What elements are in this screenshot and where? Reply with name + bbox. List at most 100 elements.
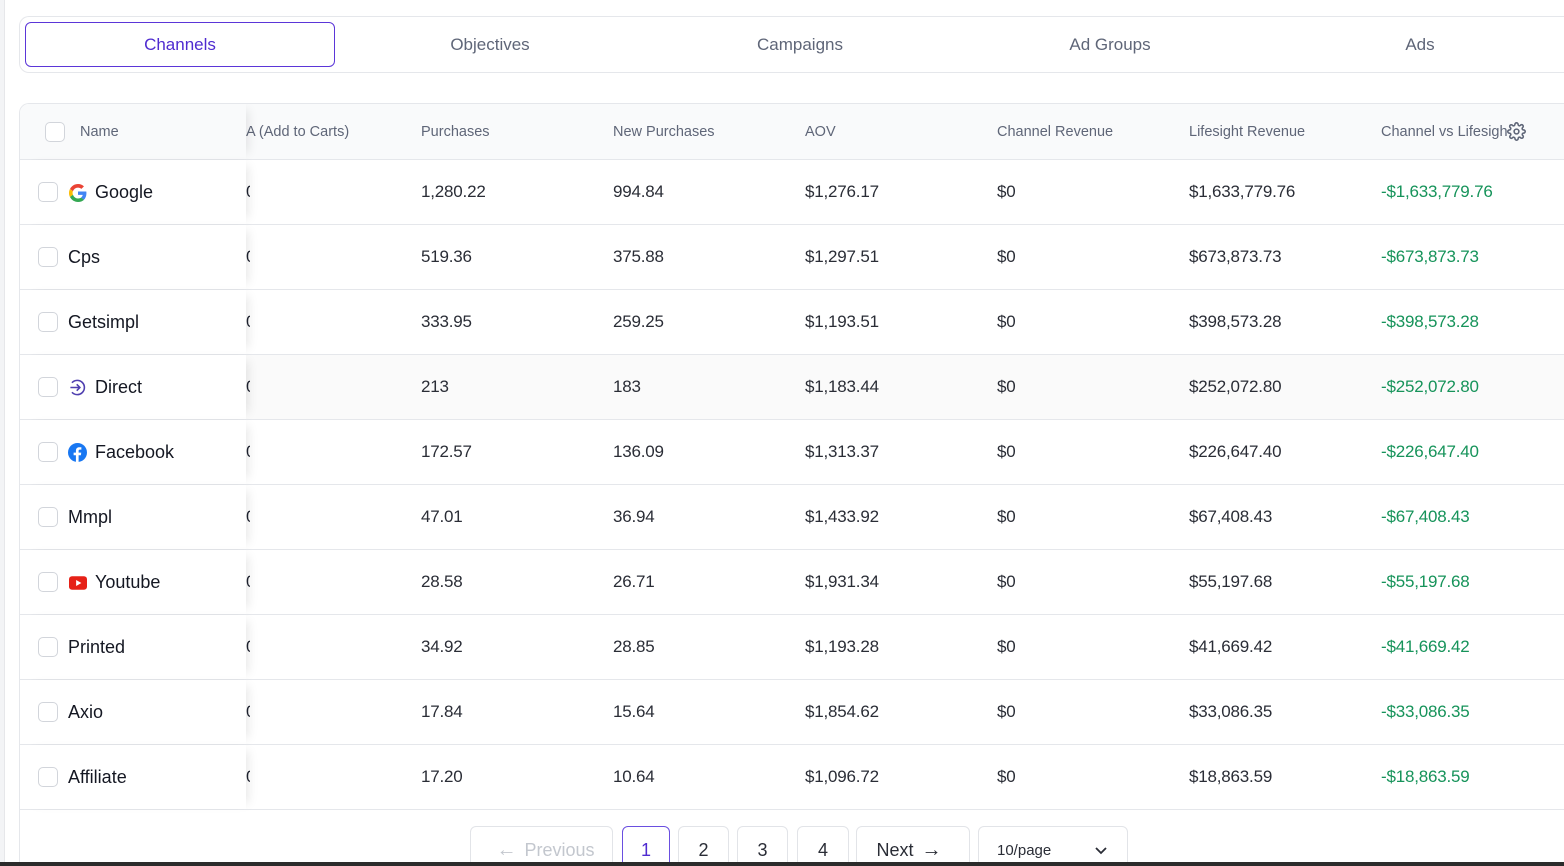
channel-vs-lifesight-cell: -$67,408.43 — [1381, 507, 1470, 526]
add-to-carts-cell: 0 — [246, 420, 250, 484]
new-purchases-cell: 136.09 — [613, 442, 664, 461]
add-to-carts-cell: 0 — [246, 615, 250, 679]
google-icon — [68, 183, 87, 202]
name-cell: Printed — [20, 615, 246, 679]
tab-channels[interactable]: Channels — [25, 22, 335, 67]
row-checkbox[interactable] — [38, 377, 58, 397]
aov-cell: $1,276.17 — [805, 182, 879, 201]
column-header-name[interactable]: Name — [80, 104, 119, 160]
name-cell: Direct — [20, 355, 246, 419]
page-size-select[interactable]: 10/page — [978, 826, 1128, 866]
purchases-cell: 17.20 — [421, 767, 463, 786]
tab-ad-groups[interactable]: Ad Groups — [955, 22, 1265, 67]
lifesight-revenue-cell: $252,072.80 — [1189, 377, 1282, 396]
channel-vs-lifesight-cell: -$18,863.59 — [1381, 767, 1470, 786]
table-row[interactable]: 0 28.58 26.71 $1,931.34 $0 $55,197.68 -$55,197… — [20, 550, 1564, 615]
column-header-channel-revenue[interactable]: Channel Revenue — [997, 104, 1113, 160]
row-checkbox[interactable] — [38, 507, 58, 527]
add-to-carts-cell: 0 — [246, 355, 250, 419]
tab-objectives[interactable]: Objectives — [335, 22, 645, 67]
table-row[interactable]: 0 17.84 15.64 $1,854.62 $0 $33,086.35 -$33,086… — [20, 680, 1564, 745]
name-cell: Affiliate — [20, 745, 246, 809]
purchases-cell: 519.36 — [421, 247, 472, 266]
table-row[interactable]: 0 47.01 36.94 $1,433.92 $0 $67,408.43 -$67,408… — [20, 485, 1564, 550]
column-header-add-to-carts[interactable]: A (Add to Carts) — [246, 104, 349, 160]
table-row[interactable]: 0 333.95 259.25 $1,193.51 $0 $398,573.28 -$398… — [20, 290, 1564, 355]
column-header-lifesight-revenue[interactable]: Lifesight Revenue — [1189, 104, 1305, 160]
table-row[interactable]: 0 172.57 136.09 $1,313.37 $0 $226,647.40 -$226… — [20, 420, 1564, 485]
column-header-aov[interactable]: AOV — [805, 104, 836, 160]
column-header-new-purchases[interactable]: New Purchases — [613, 104, 715, 160]
purchases-cell: 1,280.22 — [421, 182, 486, 201]
channel-name[interactable]: Facebook — [95, 420, 174, 484]
page-2-button[interactable]: 2 — [678, 826, 729, 866]
table-row[interactable]: 0 213 183 $1,183.44 $0 $252,072.80 -$252,072.8… — [20, 355, 1564, 420]
channel-vs-lifesight-cell: -$398,573.28 — [1381, 312, 1479, 331]
channel-name[interactable]: Mmpl — [68, 485, 112, 549]
channel-name[interactable]: Google — [95, 160, 153, 224]
add-to-carts-cell: 0 — [246, 680, 250, 744]
name-cell: Mmpl — [20, 485, 246, 549]
table-row[interactable]: 0 17.20 10.64 $1,096.72 $0 $18,863.59 -$18,863… — [20, 745, 1564, 810]
channel-name[interactable]: Getsimpl — [68, 290, 139, 354]
row-checkbox[interactable] — [38, 442, 58, 462]
new-purchases-cell: 26.71 — [613, 572, 655, 591]
channel-revenue-cell: $0 — [997, 702, 1016, 721]
channel-revenue-cell: $0 — [997, 442, 1016, 461]
pagination: ← Previous 1 2 3 4 Next → 10/page — [20, 826, 1564, 866]
column-header-channel-vs-lifesight[interactable]: Channel vs Lifesigh — [1381, 104, 1507, 160]
row-checkbox[interactable] — [38, 767, 58, 787]
page-4-button[interactable]: 4 — [797, 826, 849, 866]
lifesight-revenue-cell: $673,873.73 — [1189, 247, 1282, 266]
aov-cell: $1,193.28 — [805, 637, 879, 656]
page-3-button[interactable]: 3 — [737, 826, 788, 866]
new-purchases-cell: 10.64 — [613, 767, 655, 786]
channel-name[interactable]: Axio — [68, 680, 103, 744]
tab-campaigns[interactable]: Campaigns — [645, 22, 955, 67]
channel-revenue-cell: $0 — [997, 377, 1016, 396]
previous-page-button[interactable]: ← Previous — [470, 826, 613, 866]
purchases-cell: 213 — [421, 377, 449, 396]
channels-table: A (Add to Carts) Purchases New Purchases… — [19, 103, 1564, 866]
page-size-value: 10/page — [997, 841, 1052, 859]
next-page-button[interactable]: Next → — [856, 826, 970, 866]
lifesight-revenue-cell: $41,669.42 — [1189, 637, 1273, 656]
channel-name[interactable]: Affiliate — [68, 745, 127, 809]
add-to-carts-cell: 0 — [246, 225, 250, 289]
table-row[interactable]: 0 1,280.22 994.84 $1,276.17 $0 $1,633,779.76 -… — [20, 160, 1564, 225]
tab-ads[interactable]: Ads — [1265, 22, 1564, 67]
row-checkbox[interactable] — [38, 572, 58, 592]
channel-name[interactable]: Cps — [68, 225, 100, 289]
add-to-carts-cell: 0 — [246, 160, 250, 224]
lifesight-revenue-cell: $226,647.40 — [1189, 442, 1282, 461]
channel-name[interactable]: Direct — [95, 355, 142, 419]
new-purchases-cell: 375.88 — [613, 247, 664, 266]
table-row[interactable]: 0 34.92 28.85 $1,193.28 $0 $41,669.42 -$41,669… — [20, 615, 1564, 680]
row-checkbox[interactable] — [38, 312, 58, 332]
row-checkbox[interactable] — [38, 637, 58, 657]
gear-icon[interactable] — [1507, 122, 1526, 141]
purchases-cell: 333.95 — [421, 312, 472, 331]
channel-revenue-cell: $0 — [997, 247, 1016, 266]
channel-vs-lifesight-cell: -$252,072.80 — [1381, 377, 1479, 396]
add-to-carts-cell: 0 — [246, 745, 250, 809]
row-checkbox[interactable] — [38, 702, 58, 722]
new-purchases-cell: 994.84 — [613, 182, 664, 201]
page-1-button[interactable]: 1 — [622, 826, 670, 866]
facebook-icon — [68, 443, 87, 462]
channel-name[interactable]: Printed — [68, 615, 125, 679]
table-row[interactable]: 0 519.36 375.88 $1,297.51 $0 $673,873.73 -$673… — [20, 225, 1564, 290]
next-label: Next — [876, 839, 914, 860]
previous-label: Previous — [524, 839, 595, 860]
column-header-purchases[interactable]: Purchases — [421, 104, 490, 160]
channel-vs-lifesight-cell: -$1,633,779.76 — [1381, 182, 1493, 201]
name-cell: Youtube — [20, 550, 246, 614]
channel-revenue-cell: $0 — [997, 182, 1016, 201]
row-checkbox[interactable] — [38, 182, 58, 202]
select-all-checkbox[interactable] — [45, 122, 65, 142]
channel-name[interactable]: Youtube — [95, 550, 160, 614]
purchases-cell: 17.84 — [421, 702, 463, 721]
new-purchases-cell: 183 — [613, 377, 641, 396]
row-checkbox[interactable] — [38, 247, 58, 267]
channel-vs-lifesight-cell: -$55,197.68 — [1381, 572, 1470, 591]
